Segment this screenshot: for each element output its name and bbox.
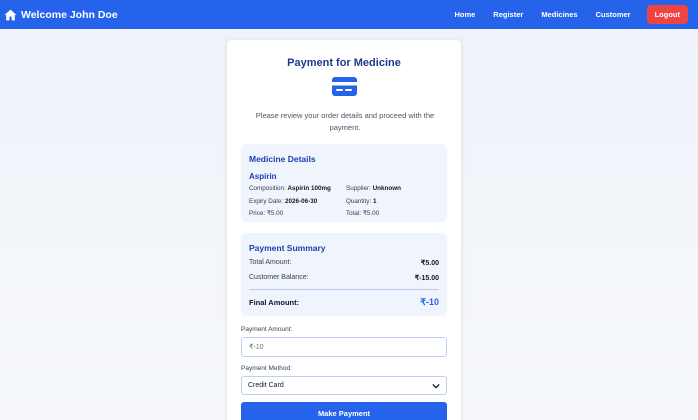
final-amount-row: Final Amount: ₹-10: [249, 297, 439, 308]
expiry-label: Expiry Date:: [249, 198, 284, 205]
total-detail: Total: ₹5.00: [346, 210, 379, 217]
total-label: Total:: [346, 210, 362, 217]
summary-divider: [249, 289, 439, 290]
customer-balance-label: Customer Balance:: [249, 274, 309, 281]
total-amount-label: Total Amount:: [249, 259, 292, 266]
medicine-details-panel: Medicine Details Aspirin Composition: As…: [241, 144, 447, 222]
quantity-value: 1: [372, 198, 377, 205]
supplier-label: Supplier:: [346, 185, 371, 192]
composition-label: Composition:: [249, 185, 286, 192]
quantity-label: Quantity:: [346, 198, 372, 205]
price-value: ₹5.00: [266, 210, 284, 217]
payment-method-select[interactable]: Credit Card: [241, 376, 447, 395]
credit-card-icon: [332, 77, 357, 96]
final-amount-label: Final Amount:: [249, 298, 300, 307]
chevron-down-icon: [432, 383, 440, 389]
nav-link-medicines[interactable]: Medicines: [541, 10, 577, 19]
page-title: Payment for Medicine: [287, 57, 401, 69]
logout-button[interactable]: Logout: [646, 5, 688, 24]
composition-detail: Composition: Aspirin 100mg: [249, 185, 331, 192]
home-icon: [4, 9, 17, 20]
payment-method-label: Payment Method:: [241, 365, 292, 372]
price-label: Price:: [249, 210, 266, 217]
composition-value: Aspirin 100mg: [287, 185, 331, 192]
total-amount-value: ₹5.00: [420, 260, 439, 267]
top-navbar: Welcome John Doe Home Register Medicines…: [0, 0, 698, 29]
total-amount-row: Total Amount: ₹5.00: [249, 259, 439, 267]
nav-link-home[interactable]: Home: [454, 10, 475, 19]
expiry-detail: Expiry Date: 2026-06-30: [249, 198, 317, 205]
intro-text: Please review your order details and pro…: [255, 111, 435, 132]
make-payment-button[interactable]: Make Payment: [241, 402, 447, 420]
medicine-details-heading: Medicine Details: [249, 154, 316, 164]
customer-balance-row: Customer Balance: ₹-15.00: [249, 274, 439, 282]
payment-amount-label: Payment Amount:: [241, 326, 293, 333]
supplier-value: Unknown: [372, 185, 401, 192]
customer-balance-value: ₹-15.00: [414, 275, 439, 282]
supplier-detail: Supplier: Unknown: [346, 185, 401, 192]
medicine-name: Aspirin: [249, 172, 277, 181]
price-detail: Price: ₹5.00: [249, 210, 283, 217]
payment-card: Payment for Medicine Please review your …: [226, 39, 462, 420]
brand[interactable]: Welcome John Doe: [4, 9, 118, 21]
total-value: ₹5.00: [362, 210, 380, 217]
payment-amount-input[interactable]: [241, 337, 447, 357]
payment-method-value: Credit Card: [248, 382, 284, 389]
nav-link-customer[interactable]: Customer: [596, 10, 631, 19]
brand-title: Welcome John Doe: [21, 8, 118, 21]
final-amount-value: ₹-10: [420, 297, 439, 307]
nav-links: Home Register Medicines Customer Logout: [436, 5, 688, 24]
quantity-detail: Quantity: 1: [346, 198, 376, 205]
payment-summary-heading: Payment Summary: [249, 243, 326, 253]
expiry-value: 2026-06-30: [285, 198, 318, 205]
payment-summary-panel: Payment Summary Total Amount: ₹5.00 Cust…: [241, 233, 447, 316]
nav-link-register[interactable]: Register: [493, 10, 523, 19]
